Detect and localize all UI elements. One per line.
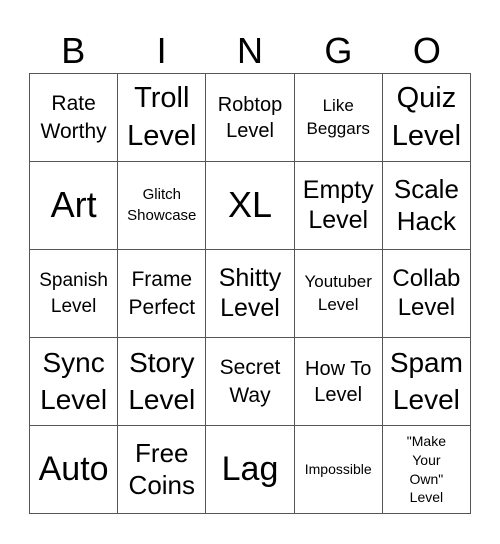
cell-text: Empty Level [302, 176, 374, 234]
bingo-cell[interactable]: Lag [206, 426, 295, 514]
cell-text: Youtuber Level [304, 272, 372, 314]
bingo-cell[interactable]: Frame Perfect [118, 250, 207, 338]
cell-text: Glitch Showcase [127, 186, 197, 224]
bingo-cell[interactable]: Collab Level [382, 250, 471, 338]
bingo-cell[interactable]: Story Level [118, 338, 207, 426]
bingo-cell[interactable]: Shitty Level [206, 250, 295, 338]
cell-text: Free Coins [128, 438, 196, 500]
bingo-cell[interactable]: Free Coins [118, 426, 207, 514]
bingo-cell[interactable]: Spam Level [382, 338, 471, 426]
cell-text: Sync Level [40, 347, 108, 415]
bingo-cell[interactable]: Troll Level [118, 74, 207, 162]
bingo-cell[interactable]: Spanish Level [30, 250, 119, 338]
bingo-cell[interactable]: Auto [30, 426, 119, 514]
bingo-cell[interactable]: Empty Level [294, 162, 383, 250]
cell-text: Secret Way [219, 356, 281, 407]
cell-text: Like Beggars [306, 96, 370, 138]
bingo-cell[interactable]: Quiz Level [382, 74, 471, 162]
cell-text: Rate Worthy [40, 92, 107, 143]
bingo-cell[interactable]: Youtuber Level [294, 250, 383, 338]
header-letter-g: G [324, 30, 353, 71]
cell-text: Shitty Level [218, 264, 282, 322]
bingo-cell[interactable]: "Make Your Own" Level [382, 426, 471, 514]
bingo-cell[interactable]: Rate Worthy [30, 74, 119, 162]
header-letter-o: O [412, 30, 441, 71]
bingo-cell[interactable]: Scale Hack [382, 162, 471, 250]
cell-text: Frame Perfect [128, 268, 196, 319]
cell-text: "Make Your Own" Level [406, 432, 446, 506]
cell-text: How To Level [305, 357, 372, 406]
cell-text: Troll Level [127, 81, 197, 152]
cell-text: Art [50, 184, 97, 226]
bingo-cell[interactable]: Glitch Showcase [118, 162, 207, 250]
cell-text: Collab Level [392, 265, 461, 321]
bingo-cell[interactable]: Sync Level [30, 338, 119, 426]
cell-text: Story Level [128, 347, 196, 415]
bingo-cell[interactable]: XL [206, 162, 295, 250]
cell-text: Auto [38, 450, 109, 489]
header-letter-b: B [61, 30, 86, 71]
cell-text: Robtop Level [217, 93, 283, 142]
bingo-cell[interactable]: Art [30, 162, 119, 250]
bingo-card-grid: Rate Worthy Troll Level Robtop Level Lik… [29, 73, 471, 514]
cell-text: Impossible [304, 461, 372, 478]
cell-text: XL [227, 184, 273, 226]
bingo-cell[interactable]: Like Beggars [294, 74, 383, 162]
bingo-header: B I N G O [29, 28, 471, 74]
header-letter-i: I [156, 30, 167, 71]
bingo-cell[interactable]: Secret Way [206, 338, 295, 426]
cell-text: Quiz Level [391, 81, 462, 152]
cell-text: Scale Hack [393, 174, 459, 236]
header-letter-n: N [237, 30, 264, 71]
cell-text: Spam Level [389, 347, 463, 415]
bingo-cell[interactable]: Robtop Level [206, 74, 295, 162]
bingo-cell[interactable]: How To Level [294, 338, 383, 426]
cell-text: Spanish Level [39, 270, 108, 317]
cell-text: Lag [221, 450, 279, 489]
bingo-cell[interactable]: Impossible [294, 426, 383, 514]
